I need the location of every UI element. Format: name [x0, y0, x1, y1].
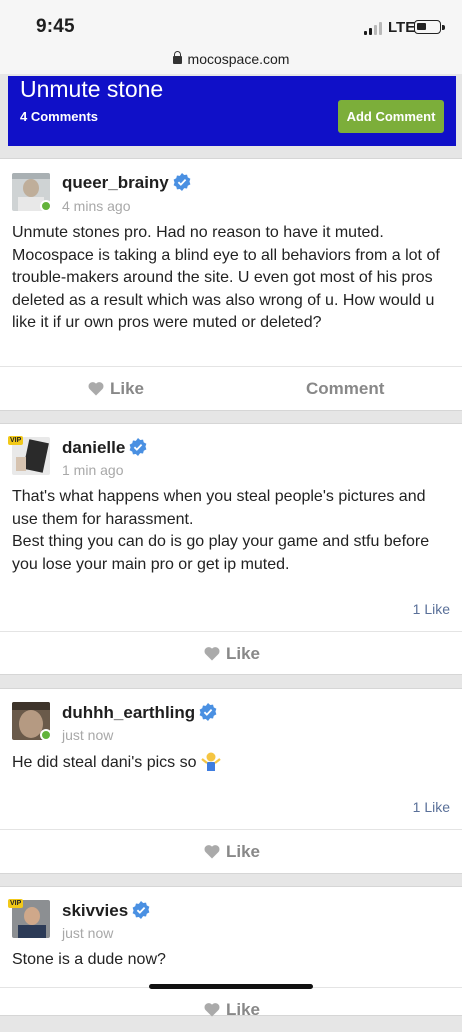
- clock: 9:45: [36, 16, 75, 37]
- url-bar[interactable]: mocospace.com: [0, 44, 462, 74]
- heart-icon: [204, 845, 220, 859]
- username[interactable]: danielle: [62, 438, 147, 458]
- thread-title: Unmute stone: [20, 76, 164, 102]
- timestamp: 4 mins ago: [62, 198, 131, 214]
- comment-card: VIP skivvies just now Stone is a dude no…: [0, 886, 462, 1019]
- comment-text: Stone is a dude now?: [12, 951, 166, 968]
- heart-icon: [204, 647, 220, 661]
- like-button[interactable]: Like: [204, 988, 260, 1032]
- vip-badge: VIP: [8, 899, 24, 908]
- verified-badge-icon: [132, 901, 150, 919]
- home-indicator[interactable]: [149, 984, 313, 989]
- lock-icon: [172, 51, 182, 64]
- comment-button[interactable]: Comment: [306, 367, 384, 411]
- timestamp: 1 min ago: [62, 462, 124, 478]
- username[interactable]: queer_brainy: [62, 173, 191, 193]
- signal-icon: [364, 22, 384, 35]
- battery-nub: [442, 25, 445, 30]
- network-type: LTE: [388, 19, 416, 36]
- like-button[interactable]: Like: [88, 367, 144, 411]
- battery-icon: [414, 20, 441, 34]
- comment-card: queer_brainy 4 mins ago Unmute stones pr…: [0, 158, 462, 411]
- thread-header: Unmute stone 4 Comments Add Comment: [8, 76, 456, 146]
- comment-card: VIP danielle 1 min ago That's what happe…: [0, 423, 462, 675]
- action-row: Like Comment: [0, 366, 462, 410]
- heart-icon: [204, 1003, 220, 1017]
- verified-badge-icon: [129, 438, 147, 456]
- like-count[interactable]: 1 Like: [413, 601, 450, 617]
- comment-text: Unmute stones pro. Had no reason to have…: [12, 224, 440, 331]
- action-row: Like: [0, 829, 462, 873]
- verified-badge-icon: [199, 703, 217, 721]
- comment-text-line: That's what happens when you steal peopl…: [12, 488, 426, 528]
- like-button[interactable]: Like: [204, 632, 260, 676]
- comment-card: duhhh_earthling just now He did steal da…: [0, 688, 462, 874]
- timestamp: just now: [62, 727, 114, 743]
- verified-badge-icon: [173, 173, 191, 191]
- person-shrugging-emoji: [201, 752, 221, 771]
- online-status-dot: [40, 200, 52, 212]
- username[interactable]: duhhh_earthling: [62, 703, 217, 723]
- comment-text-line: Best thing you can do is go play your ga…: [12, 533, 430, 573]
- action-row: Like: [0, 631, 462, 675]
- comment-count: 4 Comments: [20, 109, 99, 124]
- like-button[interactable]: Like: [204, 830, 260, 874]
- vip-badge: VIP: [8, 436, 24, 445]
- action-row: Like: [0, 987, 462, 1031]
- heart-icon: [88, 382, 104, 396]
- timestamp: just now: [62, 925, 114, 941]
- comment-text: He did steal dani's pics so: [12, 751, 450, 775]
- comment-text: That's what happens when you steal peopl…: [12, 486, 450, 576]
- url-text: mocospace.com: [187, 51, 290, 67]
- like-count[interactable]: 1 Like: [413, 799, 450, 815]
- status-bar: 9:45 LTE: [0, 0, 462, 44]
- add-comment-button[interactable]: Add Comment: [338, 100, 444, 133]
- username[interactable]: skivvies: [62, 901, 150, 921]
- online-status-dot: [40, 729, 52, 741]
